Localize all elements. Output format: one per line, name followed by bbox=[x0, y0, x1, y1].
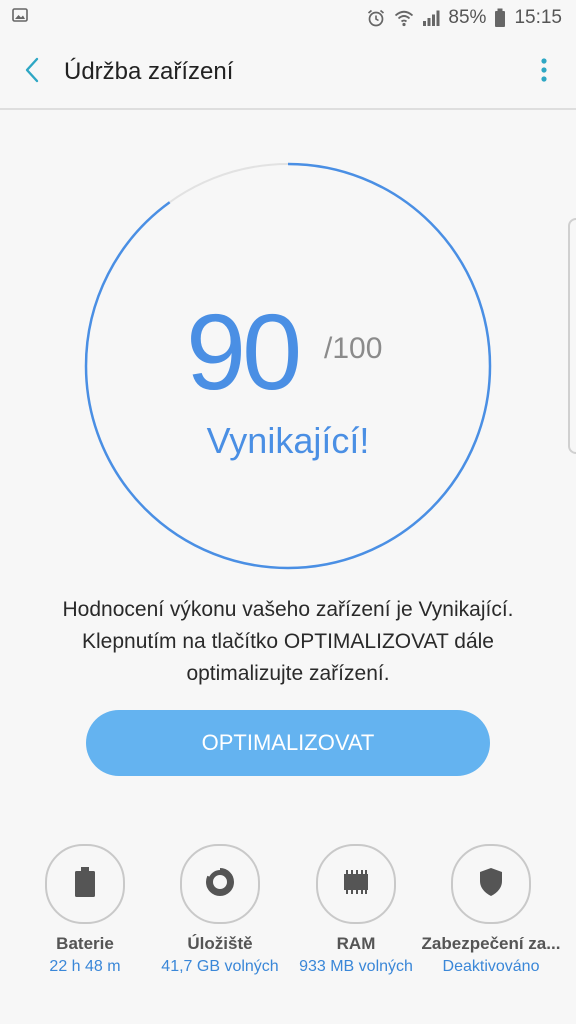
shield-icon bbox=[478, 867, 504, 902]
tile-name: Baterie bbox=[56, 934, 114, 953]
optimize-button[interactable]: OPTIMALIZOVAT bbox=[86, 710, 490, 776]
image-icon bbox=[12, 7, 28, 29]
battery-icon bbox=[494, 8, 506, 28]
wifi-icon bbox=[394, 9, 414, 27]
tile-storage[interactable]: Úložiště 41,7 GB volných bbox=[149, 844, 291, 976]
score-value: 90 bbox=[186, 291, 302, 412]
alarm-icon bbox=[366, 8, 386, 28]
page-title: Údržba zařízení bbox=[64, 58, 234, 85]
status-tiles: Baterie 22 h 48 m Úložiště 41,7 GB volný… bbox=[0, 844, 576, 984]
tile-value: 933 MB volných bbox=[299, 958, 413, 975]
battery-percent: 85% bbox=[448, 7, 487, 28]
app-bar: Údržba zařízení bbox=[0, 36, 576, 110]
ram-chip-icon bbox=[340, 869, 372, 900]
performance-description: Hodnocení výkonu vašeho zařízení je Vyni… bbox=[30, 594, 546, 690]
tile-value: 41,7 GB volných bbox=[161, 958, 279, 975]
description-line: optimalizujte zařízení. bbox=[186, 662, 390, 685]
tile-security[interactable]: Zabezpečení za... Deaktivováno bbox=[420, 844, 562, 976]
description-line: Hodnocení výkonu vašeho zařízení je Vyni… bbox=[62, 598, 514, 621]
clock: 15:15 bbox=[514, 7, 562, 28]
more-vertical-icon bbox=[540, 57, 548, 88]
score-max: /100 bbox=[324, 332, 383, 365]
tile-name: Úložiště bbox=[187, 934, 253, 953]
chevron-left-icon bbox=[24, 57, 40, 88]
edge-panel-handle[interactable] bbox=[568, 218, 576, 454]
back-button[interactable] bbox=[0, 35, 64, 109]
tile-value: 22 h 48 m bbox=[49, 958, 121, 975]
signal-icon bbox=[422, 9, 440, 27]
tile-name: RAM bbox=[336, 934, 376, 953]
tile-name: Zabezpečení za... bbox=[421, 934, 561, 953]
tile-value: Deaktivováno bbox=[442, 958, 540, 975]
storage-icon bbox=[205, 866, 235, 902]
tile-battery[interactable]: Baterie 22 h 48 m bbox=[14, 844, 156, 976]
more-options-button[interactable] bbox=[512, 35, 576, 109]
status-bar: 85% 15:15 bbox=[0, 0, 576, 36]
description-line: Klepnutím na tlačítko OPTIMALIZOVAT dále bbox=[81, 630, 494, 653]
tile-ram[interactable]: RAM 933 MB volných bbox=[285, 844, 427, 976]
score-rating: Vynikající! bbox=[206, 420, 370, 461]
battery-icon bbox=[74, 866, 96, 902]
